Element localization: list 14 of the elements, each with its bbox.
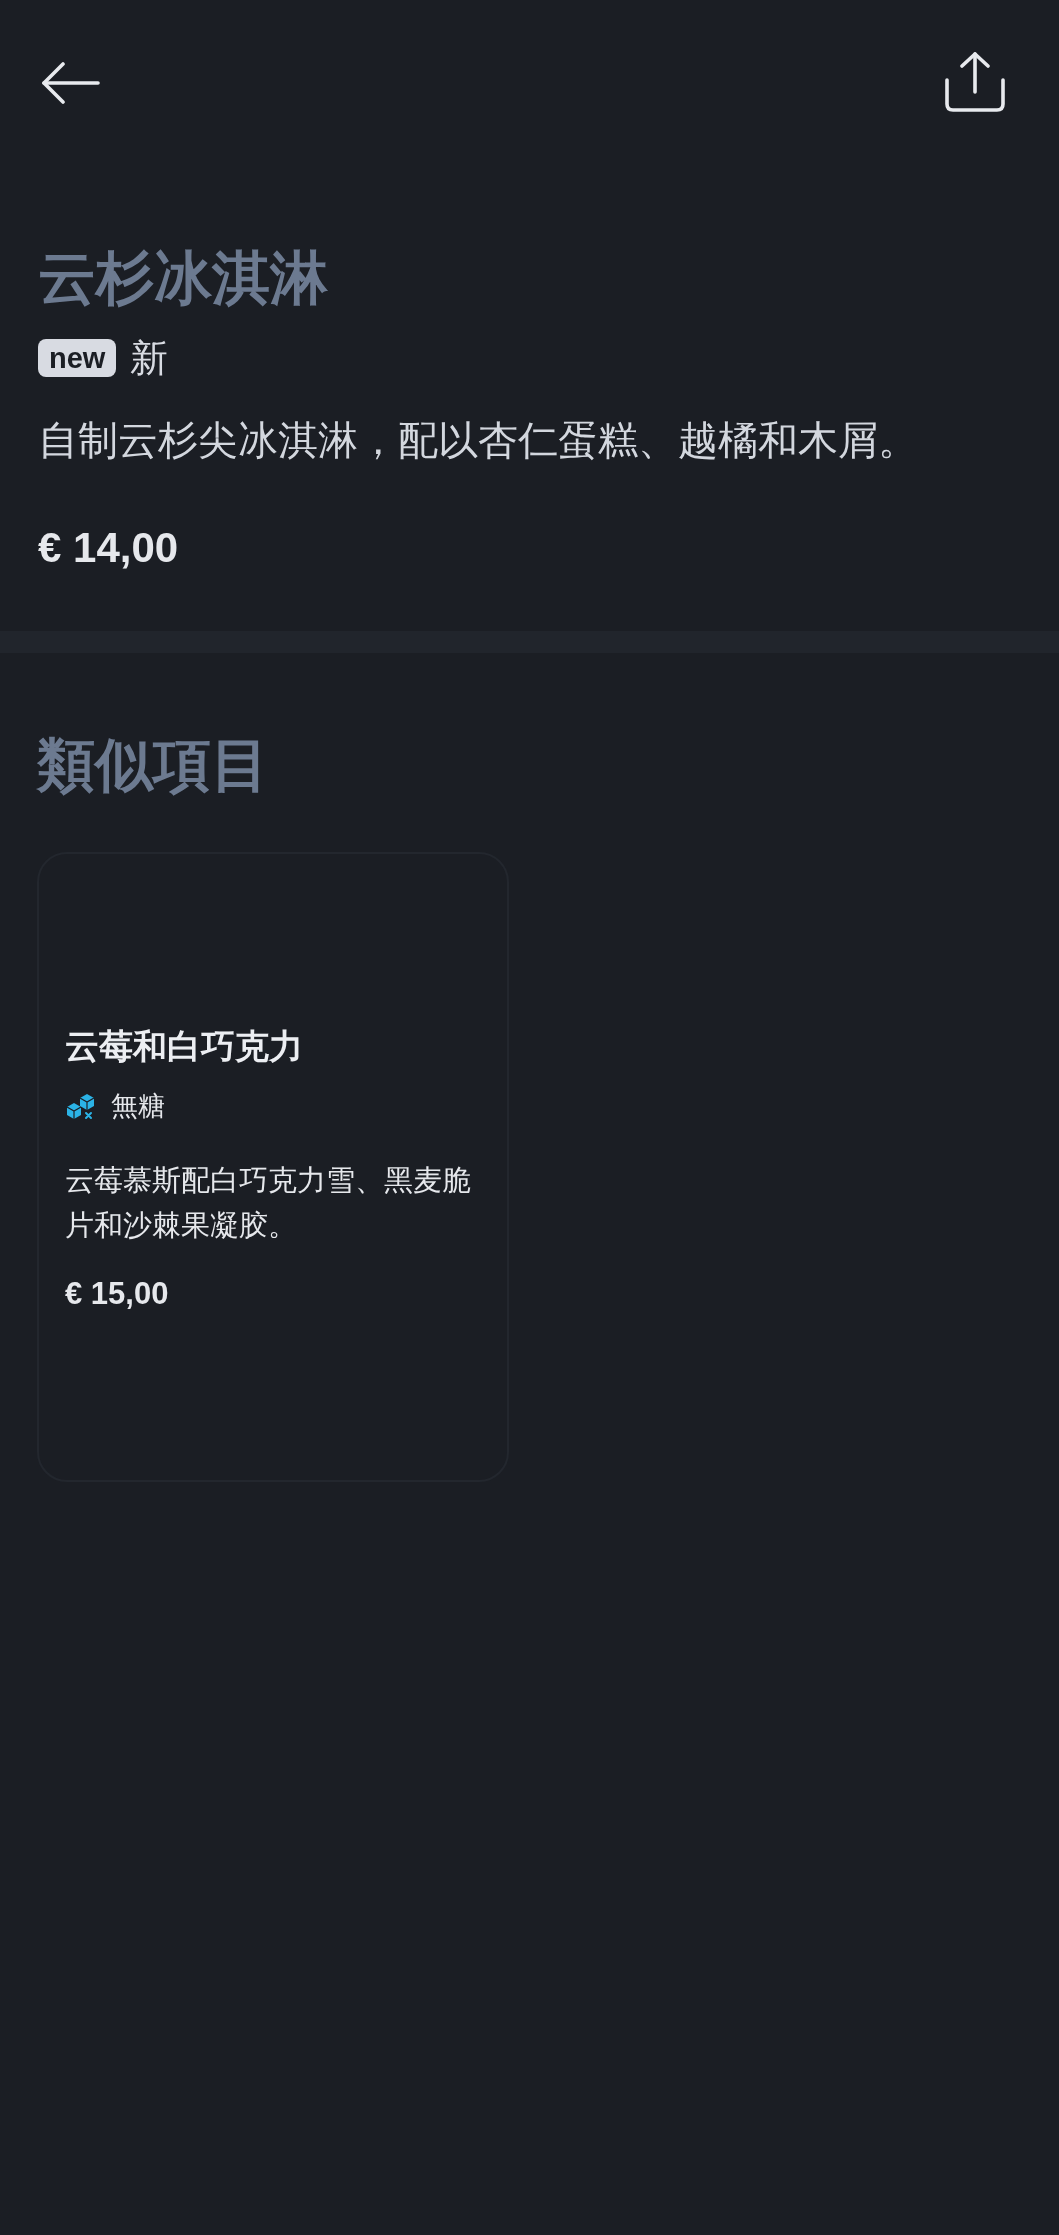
item-price: € 14,00 [38, 524, 179, 572]
item-title: 云杉冰淇淋 [38, 243, 328, 313]
card-description: 云莓慕斯配白巧克力雪、黑麦脆片和沙棘果凝胶。 [65, 1162, 472, 1244]
tag-label: 新 [130, 336, 169, 380]
item-card[interactable]: 云莓和白巧克力 無糖 云莓慕斯配白巧克力雪、黑麦脆片和沙棘果凝胶。 € 15,00 [37, 852, 509, 1482]
share-button[interactable] [945, 52, 1005, 112]
tag-label: 無糖 [111, 1090, 165, 1122]
share-icon [945, 52, 1005, 112]
card-price: € 15,00 [65, 1275, 169, 1313]
card-title: 云莓和白巧克力 [65, 1025, 303, 1068]
item-description: 自制云杉尖冰淇淋，配以杏仁蛋糕、越橘和木屑。 [38, 416, 918, 465]
back-button[interactable] [42, 62, 100, 104]
new-badge: new [38, 339, 117, 377]
section-heading: 類似項目 [37, 730, 269, 800]
